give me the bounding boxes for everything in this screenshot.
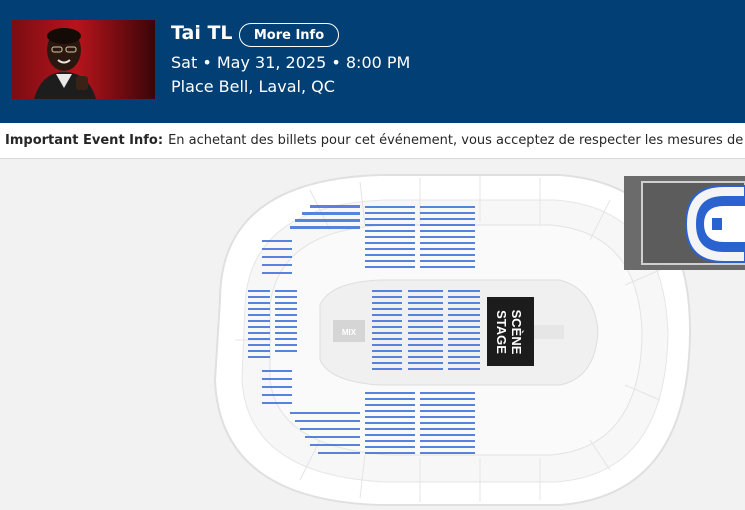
more-info-button[interactable]: More Info	[239, 23, 339, 47]
info-text: En achetant des billets pour cet événeme…	[168, 133, 745, 148]
stage-runway	[534, 325, 564, 339]
event-datetime: Sat • May 31, 2025 • 8:00 PM	[171, 53, 411, 72]
event-thumbnail	[12, 20, 155, 99]
mix-label: MIX	[342, 328, 357, 337]
stage-label-fr: SCÈNE	[509, 310, 524, 355]
info-label: Important Event Info:	[5, 133, 164, 148]
minimap[interactable]	[624, 176, 745, 270]
event-header: Tai TL More Info Sat • May 31, 2025 • 8:…	[0, 0, 745, 123]
event-title: Tai TL	[171, 22, 233, 44]
important-info-bar: Important Event Info: En achetant des bi…	[0, 123, 745, 159]
stage-label-en: STAGE	[494, 310, 509, 354]
event-venue: Place Bell, Laval, QC	[171, 77, 335, 96]
